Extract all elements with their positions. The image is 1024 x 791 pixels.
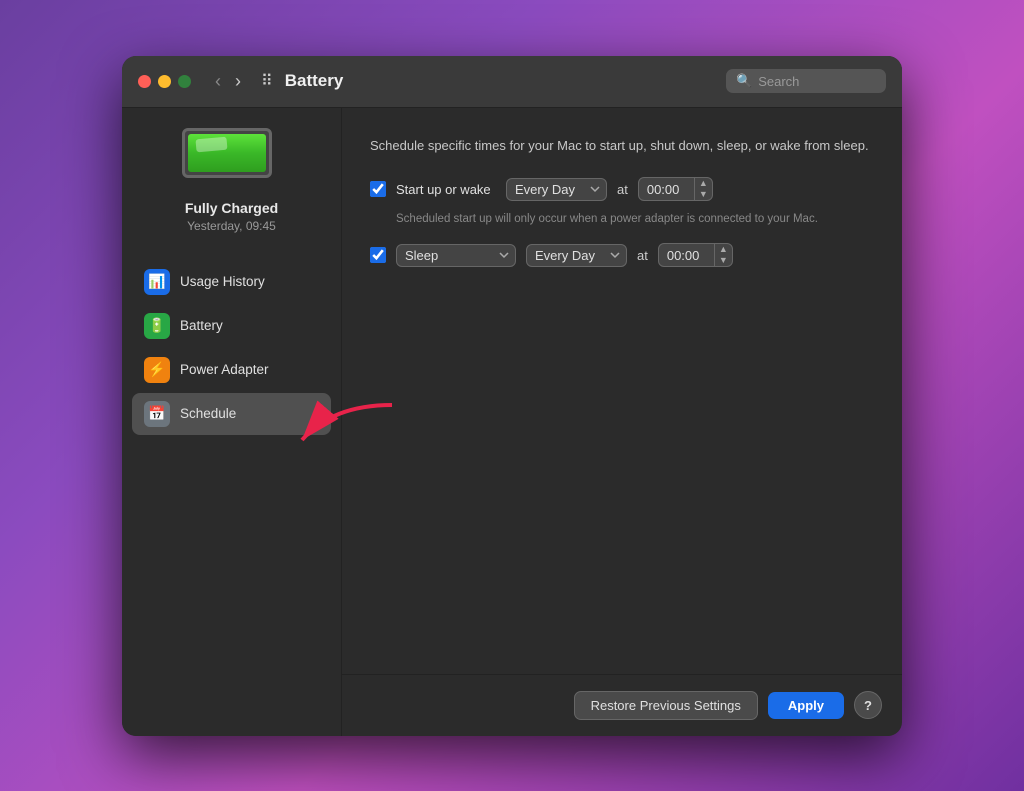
sleep-row: Sleep Restart Shut Down Wake Every Day W… <box>370 243 874 267</box>
sidebar-item-label-usage-history: Usage History <box>180 274 265 289</box>
nav-buttons: ‹ › <box>211 70 245 92</box>
sleep-time-down[interactable]: ▼ <box>715 255 732 266</box>
description-text: Schedule specific times for your Mac to … <box>370 136 874 156</box>
bottom-bar: Restore Previous Settings Apply ? <box>342 674 902 736</box>
help-button[interactable]: ? <box>854 691 882 719</box>
grid-icon[interactable]: ⠿ <box>261 71 273 91</box>
startup-time-input[interactable] <box>639 179 694 200</box>
battery-time-label: Yesterday, 09:45 <box>187 219 276 233</box>
schedule-icon: 📅 <box>144 401 170 427</box>
battery-body <box>182 128 272 178</box>
sidebar-item-label-power-adapter: Power Adapter <box>180 362 269 377</box>
usage-history-icon: 📊 <box>144 269 170 295</box>
right-panel: Schedule specific times for your Mac to … <box>342 108 902 736</box>
titlebar: ‹ › ⠿ Battery 🔍 <box>122 56 902 108</box>
sleep-time-spinners: ▲ ▼ <box>714 244 732 266</box>
sleep-time-up[interactable]: ▲ <box>715 244 732 255</box>
startup-checkbox[interactable] <box>370 181 386 197</box>
startup-time-spinners: ▲ ▼ <box>694 178 712 200</box>
search-input[interactable] <box>758 74 876 89</box>
minimize-button[interactable] <box>158 75 171 88</box>
startup-label: Start up or wake <box>396 182 496 197</box>
maximize-button[interactable] <box>178 75 191 88</box>
startup-time-up[interactable]: ▲ <box>695 178 712 189</box>
sidebar-item-schedule[interactable]: 📅 Schedule <box>132 393 331 435</box>
search-bar[interactable]: 🔍 <box>726 69 886 93</box>
window-title: Battery <box>285 71 714 91</box>
sidebar-item-power-adapter[interactable]: ⚡ Power Adapter <box>132 349 331 391</box>
startup-row: Start up or wake Every Day Weekdays Week… <box>370 177 874 201</box>
restore-settings-button[interactable]: Restore Previous Settings <box>574 691 758 720</box>
sleep-checkbox[interactable] <box>370 247 386 263</box>
forward-button[interactable]: › <box>231 70 245 92</box>
apply-button[interactable]: Apply <box>768 692 844 719</box>
close-button[interactable] <box>138 75 151 88</box>
traffic-lights <box>138 75 191 88</box>
sidebar-item-battery[interactable]: 🔋 Battery <box>132 305 331 347</box>
startup-time-wrapper: ▲ ▼ <box>638 177 713 201</box>
battery-fill <box>188 134 266 172</box>
sidebar-item-label-schedule: Schedule <box>180 406 236 421</box>
main-content: Fully Charged Yesterday, 09:45 📊 Usage H… <box>122 108 902 736</box>
startup-hint: Scheduled start up will only occur when … <box>396 211 874 227</box>
sleep-time-input[interactable] <box>659 245 714 266</box>
main-window: ‹ › ⠿ Battery 🔍 Fully Charged Yesterday,… <box>122 56 902 736</box>
sidebar: Fully Charged Yesterday, 09:45 📊 Usage H… <box>122 108 342 736</box>
battery-nav-icon: 🔋 <box>144 313 170 339</box>
sidebar-item-usage-history[interactable]: 📊 Usage History <box>132 261 331 303</box>
sidebar-nav: 📊 Usage History 🔋 Battery ⚡ Power Adapte… <box>122 261 341 437</box>
sleep-time-wrapper: ▲ ▼ <box>658 243 733 267</box>
back-button[interactable]: ‹ <box>211 70 225 92</box>
sidebar-item-label-battery: Battery <box>180 318 223 333</box>
battery-status-label: Fully Charged <box>185 200 278 216</box>
startup-time-down[interactable]: ▼ <box>695 189 712 200</box>
startup-frequency-select[interactable]: Every Day Weekdays Weekends Monday Tuesd… <box>506 178 607 201</box>
sleep-frequency-select[interactable]: Every Day Weekdays Weekends Monday Tuesd… <box>526 244 627 267</box>
battery-terminal <box>271 145 272 161</box>
battery-icon-wrapper <box>182 128 282 186</box>
search-icon: 🔍 <box>736 73 752 89</box>
sleep-action-select[interactable]: Sleep Restart Shut Down Wake <box>396 244 516 267</box>
sleep-at-label: at <box>637 248 648 263</box>
startup-at-label: at <box>617 182 628 197</box>
power-adapter-icon: ⚡ <box>144 357 170 383</box>
